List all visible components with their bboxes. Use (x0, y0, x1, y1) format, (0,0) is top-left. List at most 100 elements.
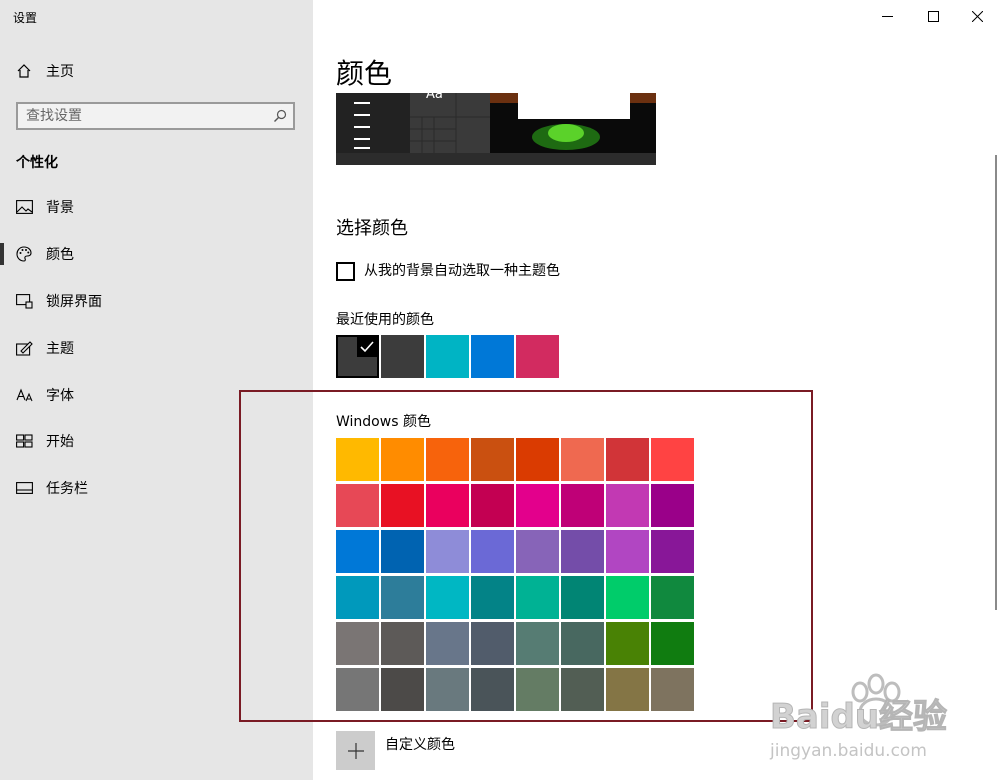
sidebar-item-label: 主页 (46, 64, 74, 80)
windows-color-swatch[interactable] (651, 576, 694, 619)
sidebar-item-lock-screen[interactable]: 锁屏界面 (0, 281, 313, 321)
baidu-jingyan-watermark: Baidu经验 jingyan.baidu.com (769, 673, 948, 761)
picture-icon (15, 198, 33, 216)
font-icon (15, 386, 33, 404)
windows-color-swatch[interactable] (381, 438, 424, 481)
windows-color-swatch[interactable] (471, 622, 514, 665)
maximize-button[interactable] (910, 0, 956, 32)
windows-color-swatch[interactable] (381, 530, 424, 573)
minimize-icon (881, 15, 893, 17)
windows-color-swatch[interactable] (426, 438, 469, 481)
search-icon[interactable] (272, 108, 288, 124)
windows-color-swatch[interactable] (471, 530, 514, 573)
minimize-button[interactable] (864, 0, 910, 32)
windows-color-swatch[interactable] (651, 484, 694, 527)
recent-color-swatch[interactable] (336, 335, 379, 378)
windows-color-swatch[interactable] (426, 576, 469, 619)
recent-color-swatch[interactable] (516, 335, 559, 378)
windows-color-swatch[interactable] (426, 668, 469, 711)
windows-colors-label: Windows 颜色 (336, 414, 431, 430)
maximize-icon (927, 10, 939, 22)
close-button[interactable] (954, 0, 1000, 32)
windows-color-swatch[interactable] (606, 622, 649, 665)
preview-sample-text: Aa (426, 93, 443, 102)
custom-color-label[interactable]: 自定义颜色 (385, 734, 455, 754)
windows-color-swatch[interactable] (471, 438, 514, 481)
sidebar-item-colors[interactable]: 颜色 (0, 234, 313, 274)
windows-color-swatch[interactable] (651, 668, 694, 711)
windows-color-swatch[interactable] (381, 484, 424, 527)
watermark-title: Baidu经验 (770, 697, 947, 737)
choose-color-heading: 选择颜色 (336, 218, 408, 239)
app-title: 设置 (13, 11, 38, 25)
theme-brush-icon (15, 339, 33, 357)
windows-color-swatch[interactable] (561, 484, 604, 527)
windows-color-swatch[interactable] (336, 438, 379, 481)
theme-preview: Aa (336, 93, 656, 165)
windows-color-swatch[interactable] (606, 668, 649, 711)
windows-color-swatch[interactable] (561, 668, 604, 711)
recent-colors-label: 最近使用的颜色 (336, 312, 434, 328)
windows-color-swatch[interactable] (516, 530, 559, 573)
windows-color-swatch[interactable] (516, 668, 559, 711)
windows-color-swatch[interactable] (606, 484, 649, 527)
auto-pick-checkbox[interactable] (336, 262, 355, 281)
windows-color-swatch[interactable] (516, 484, 559, 527)
sidebar-item-label: 颜色 (46, 247, 74, 263)
sidebar-item-home[interactable]: 主页 (0, 51, 313, 91)
close-icon (971, 10, 983, 22)
windows-color-swatch[interactable] (651, 622, 694, 665)
section-title: 个性化 (16, 155, 58, 171)
windows-color-swatch[interactable] (336, 484, 379, 527)
palette-icon (15, 245, 33, 263)
search-box[interactable] (16, 102, 295, 130)
windows-color-swatch[interactable] (606, 530, 649, 573)
windows-color-swatch[interactable] (426, 622, 469, 665)
windows-color-swatch[interactable] (471, 576, 514, 619)
windows-color-swatch[interactable] (561, 576, 604, 619)
windows-color-swatch[interactable] (561, 530, 604, 573)
windows-color-swatch[interactable] (471, 668, 514, 711)
windows-color-swatch[interactable] (336, 530, 379, 573)
sidebar-item-label: 锁屏界面 (46, 294, 102, 310)
scrollbar[interactable] (995, 155, 997, 610)
sidebar-item-background[interactable]: 背景 (0, 187, 313, 227)
windows-color-swatch[interactable] (426, 484, 469, 527)
windows-color-swatch[interactable] (606, 576, 649, 619)
search-input[interactable] (26, 108, 256, 124)
windows-color-swatch[interactable] (651, 438, 694, 481)
sidebar-item-label: 主题 (46, 341, 74, 357)
recent-color-swatch[interactable] (426, 335, 469, 378)
preview-image (336, 93, 656, 165)
windows-color-swatch[interactable] (381, 668, 424, 711)
custom-color-button[interactable] (336, 731, 375, 770)
sidebar-item-label: 字体 (46, 388, 74, 404)
lock-screen-icon (15, 292, 33, 310)
windows-color-swatch[interactable] (381, 576, 424, 619)
start-icon (15, 432, 33, 450)
windows-color-swatch[interactable] (651, 530, 694, 573)
windows-color-swatch[interactable] (471, 484, 514, 527)
taskbar-icon (15, 479, 33, 497)
home-icon (15, 62, 33, 80)
windows-color-swatch[interactable] (336, 576, 379, 619)
sidebar-item-themes[interactable]: 主题 (0, 328, 313, 368)
windows-color-swatch[interactable] (336, 622, 379, 665)
windows-color-swatch[interactable] (516, 576, 559, 619)
recent-color-swatch[interactable] (381, 335, 424, 378)
plus-icon (347, 742, 364, 759)
sidebar-item-label: 开始 (46, 434, 74, 450)
checkmark-icon (357, 337, 377, 357)
windows-color-swatch[interactable] (606, 438, 649, 481)
windows-color-swatch[interactable] (336, 668, 379, 711)
sidebar-item-label: 背景 (46, 200, 74, 216)
recent-color-swatch[interactable] (471, 335, 514, 378)
windows-color-swatch[interactable] (516, 622, 559, 665)
windows-color-swatch[interactable] (381, 622, 424, 665)
watermark-url: jingyan.baidu.com (769, 741, 927, 761)
auto-pick-label[interactable]: 从我的背景自动选取一种主题色 (364, 262, 560, 281)
windows-color-swatch[interactable] (426, 530, 469, 573)
windows-color-swatch[interactable] (561, 438, 604, 481)
windows-color-swatch[interactable] (516, 438, 559, 481)
windows-color-swatch[interactable] (561, 622, 604, 665)
